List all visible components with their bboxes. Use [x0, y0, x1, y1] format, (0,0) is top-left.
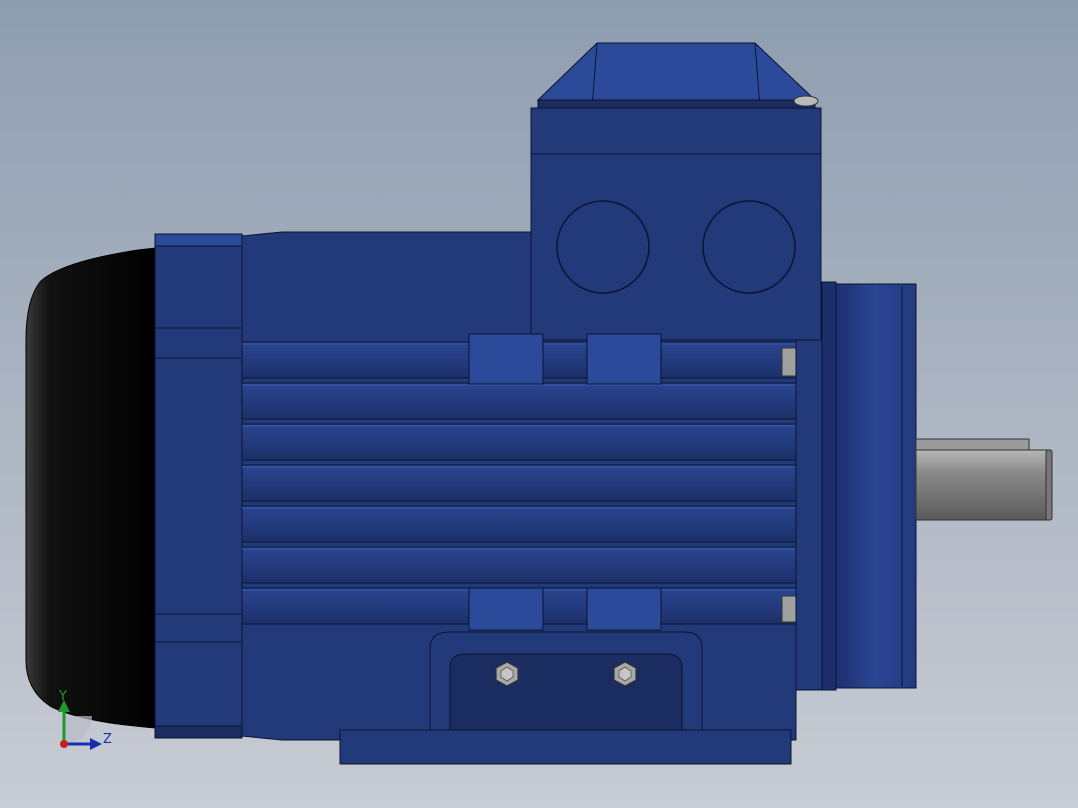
output-shaft	[915, 438, 1053, 521]
cad-viewport[interactable]: Y Z	[0, 0, 1078, 808]
fin-rib-top-left	[468, 333, 544, 385]
z-axis-label: Z	[103, 732, 112, 747]
terminal-box	[530, 42, 822, 341]
flange	[835, 283, 917, 689]
rear-end-shield	[154, 233, 243, 739]
cable-gland-left	[556, 200, 650, 294]
cooling-fin	[241, 546, 797, 584]
terminal-box-screw	[793, 95, 819, 107]
front-bolt-top	[781, 347, 797, 377]
cooling-fin	[241, 464, 797, 502]
flange-spigot	[821, 281, 837, 691]
motor-model-canvas[interactable]: Y Z	[0, 0, 1078, 808]
fin-rib-bottom-left	[468, 587, 544, 631]
cooling-fin	[241, 382, 797, 420]
fan-cover	[25, 247, 157, 729]
shaft-key	[915, 438, 1030, 451]
fin-rib-top-right	[586, 333, 662, 385]
fin-rib-bottom-right	[586, 587, 662, 631]
cooling-fin	[241, 423, 797, 461]
y-axis-label: Y	[58, 689, 67, 704]
cooling-fin	[241, 505, 797, 543]
front-bolt-bottom	[781, 595, 797, 623]
triad-origin	[60, 740, 68, 748]
cable-gland-right	[702, 200, 796, 294]
